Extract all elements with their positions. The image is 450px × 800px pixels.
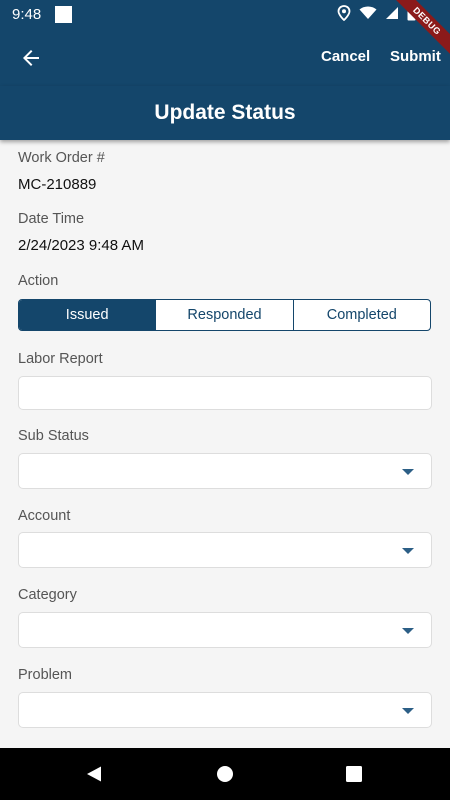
system-nav-bar — [0, 748, 450, 800]
account-dropdown[interactable] — [18, 532, 432, 568]
sub-status-dropdown[interactable] — [18, 453, 432, 489]
debug-banner: DEBUG — [390, 0, 450, 60]
page-title: Update Status — [154, 101, 296, 124]
work-order-label: Work Order # — [18, 150, 105, 166]
account-label: Account — [18, 508, 71, 524]
page-header: Update Status — [0, 86, 450, 140]
action-segmented-control: Issued Responded Completed — [18, 299, 431, 331]
form-content: Work Order # MC-210889 Date Time 2/24/20… — [0, 140, 450, 748]
dropdown-arrow-icon — [402, 548, 414, 554]
notification-icon — [55, 5, 73, 23]
problem-dropdown[interactable] — [18, 692, 432, 728]
circle-home-icon — [217, 766, 233, 782]
problem-label: Problem — [18, 667, 72, 683]
app-bar: Cancel Submit — [0, 28, 450, 86]
category-label: Category — [18, 587, 77, 603]
wifi-icon — [359, 6, 377, 19]
date-time-label: Date Time — [18, 211, 85, 227]
debug-banner-label: DEBUG — [390, 0, 450, 58]
action-label: Action — [18, 273, 59, 289]
action-responded-button[interactable]: Responded — [155, 300, 292, 330]
action-issued-button[interactable]: Issued — [19, 300, 156, 330]
arrow-back-icon — [23, 50, 39, 66]
nav-home-button[interactable] — [217, 766, 233, 787]
square-recents-icon — [346, 766, 362, 782]
cancel-button[interactable]: Cancel — [321, 48, 370, 65]
dropdown-arrow-icon — [402, 708, 414, 714]
nav-back-button[interactable] — [86, 766, 102, 787]
dropdown-arrow-icon — [402, 469, 414, 475]
status-bar: 9:48 — [0, 0, 450, 28]
action-completed-button[interactable]: Completed — [292, 300, 430, 330]
sub-status-label: Sub Status — [18, 428, 89, 444]
date-time-value: 2/24/2023 9:48 AM — [18, 237, 144, 254]
labor-report-input[interactable] — [18, 376, 432, 410]
category-dropdown[interactable] — [18, 612, 432, 648]
labor-report-label: Labor Report — [18, 351, 103, 367]
triangle-back-icon — [87, 766, 101, 782]
location-icon — [337, 5, 351, 21]
work-order-value: MC-210889 — [18, 176, 97, 193]
nav-recents-button[interactable] — [346, 766, 362, 787]
status-time: 9:48 — [12, 5, 42, 23]
dropdown-arrow-icon — [402, 628, 414, 634]
back-button[interactable] — [19, 46, 43, 70]
